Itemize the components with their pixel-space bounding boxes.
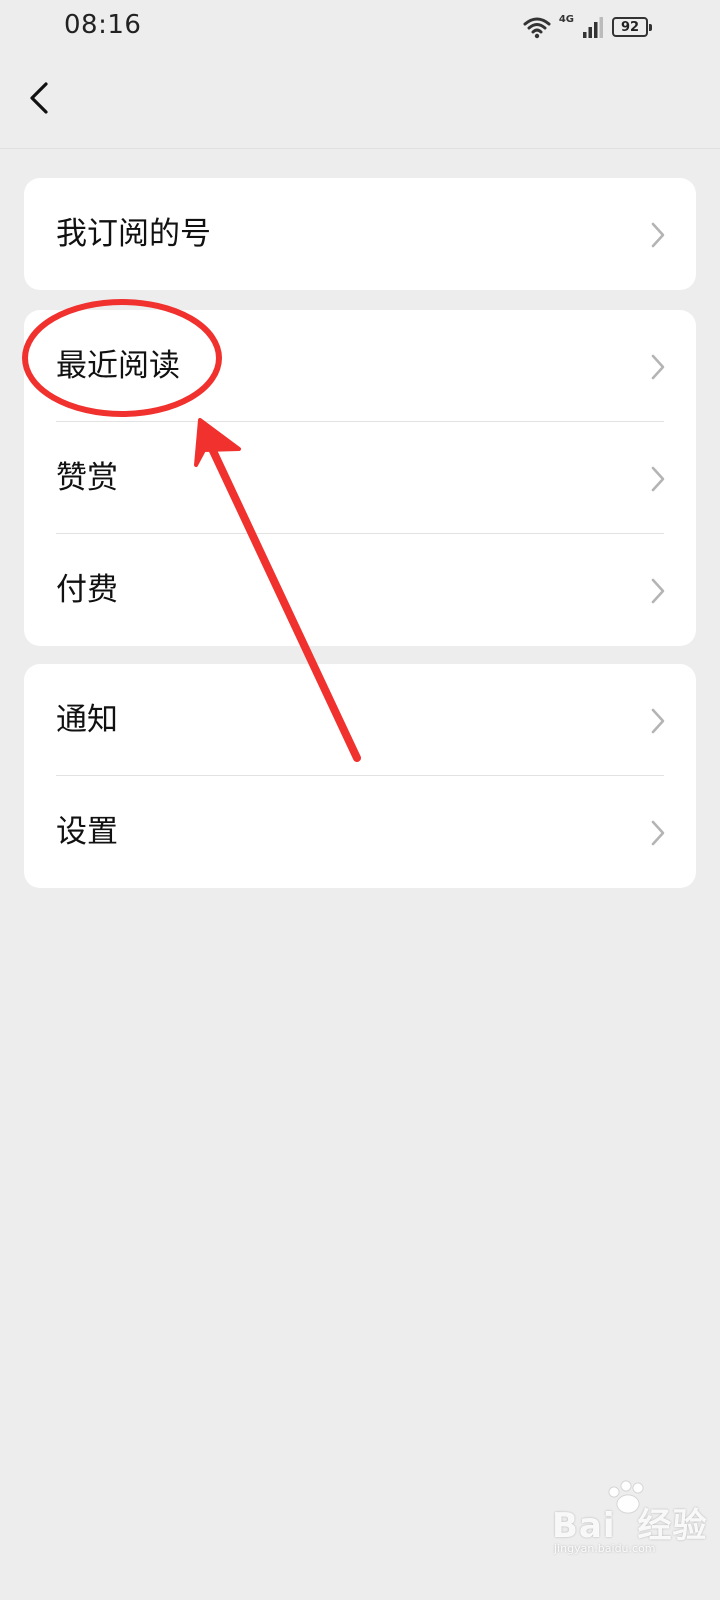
menu-item-subscribed-accounts[interactable]: 我订阅的号 (24, 178, 696, 290)
chevron-right-icon (651, 820, 665, 846)
menu-item-settings[interactable]: 设置 (24, 776, 696, 888)
watermark-brand-suffix: 经验 (637, 1506, 708, 1546)
chevron-left-icon (30, 82, 48, 114)
paw-icon (608, 1480, 644, 1514)
chevron-right-icon (651, 708, 665, 734)
status-time: 08:16 (64, 10, 142, 40)
watermark-url: jingyan.baidu.com (554, 1542, 656, 1555)
menu-item-recent-reading[interactable]: 最近阅读 (24, 310, 696, 422)
menu-card-settings: 通知 设置 (24, 664, 696, 888)
menu-item-label: 通知 (56, 702, 118, 738)
nav-bar (0, 52, 720, 149)
chevron-right-icon (651, 222, 665, 248)
watermark-brand-latin: Bai (552, 1506, 616, 1546)
chevron-right-icon (651, 578, 665, 604)
signal-icon (583, 17, 603, 38)
menu-card-reading: 最近阅读 赞赏 付费 (24, 310, 696, 646)
status-bar: 08:16 4G 92 (0, 0, 720, 52)
chevron-right-icon (651, 354, 665, 380)
menu-item-label: 最近阅读 (56, 348, 180, 384)
chevron-right-icon (651, 466, 665, 492)
menu-item-label: 赞赏 (56, 460, 118, 496)
menu-card-subscriptions: 我订阅的号 (24, 178, 696, 290)
menu-item-appreciation[interactable]: 赞赏 (24, 422, 696, 534)
watermark-brand: Bai 经验 (552, 1498, 708, 1547)
wifi-icon (523, 17, 551, 39)
menu-item-label: 我订阅的号 (56, 216, 211, 252)
back-button[interactable] (22, 74, 62, 122)
menu-item-label: 付费 (56, 572, 118, 608)
baidu-jingyan-watermark: Bai 经验 jingyan.baidu.com (540, 1478, 710, 1558)
battery-icon: 92 (612, 17, 652, 37)
menu-item-paid[interactable]: 付费 (24, 534, 696, 646)
status-icons: 4G 92 (523, 12, 652, 42)
menu-item-notifications[interactable]: 通知 (24, 664, 696, 776)
battery-level: 92 (620, 19, 640, 35)
menu-item-label: 设置 (56, 814, 118, 850)
network-type-label: 4G (558, 13, 574, 25)
